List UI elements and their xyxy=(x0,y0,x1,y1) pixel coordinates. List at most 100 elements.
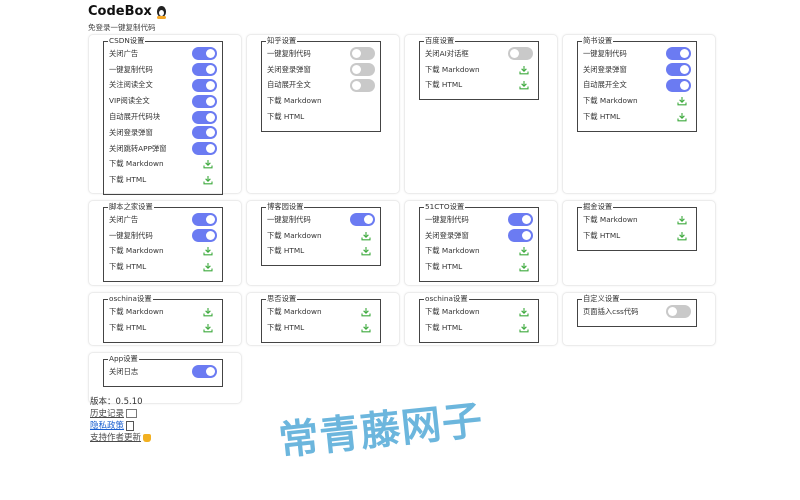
download-icon[interactable] xyxy=(519,246,529,256)
group-title: oschina设置 xyxy=(109,294,152,303)
setting-row: 下载 HTML xyxy=(267,244,375,260)
setting-label: 下载 Markdown xyxy=(425,246,480,256)
download-icon[interactable] xyxy=(361,323,371,333)
download-icon[interactable] xyxy=(203,323,213,333)
setting-row: 下载 HTML xyxy=(109,320,217,336)
download-icon[interactable] xyxy=(203,307,213,317)
settings-card: 知乎设置一键复制代码 关闭登录弹窗自动展开全文下载 Markdown 下载 HTML xyxy=(246,34,400,194)
header: CodeBox 免登录一键复制代码 xyxy=(88,4,167,33)
setting-row: 下载 HTML xyxy=(583,109,691,125)
toggle-switch[interactable] xyxy=(350,63,375,77)
toggle-switch[interactable] xyxy=(666,47,691,61)
toggle-switch[interactable] xyxy=(508,213,533,227)
settings-group: 博客园设置 一键复制代码 下载 Markdown 下载 HTML xyxy=(261,202,381,267)
group-title: 博客园设置 xyxy=(267,202,304,211)
download-icon[interactable] xyxy=(519,65,529,75)
setting-label: 关闭登录弹窗 xyxy=(583,64,627,74)
toggle-switch[interactable] xyxy=(192,365,217,379)
setting-row: 下载 HTML xyxy=(425,78,533,94)
setting-row: 页面插入css代码 xyxy=(583,304,691,320)
settings-card: 思否设置 下载 Markdown 下载 HTML xyxy=(246,292,400,346)
setting-label: 关闭登录弹窗 xyxy=(425,230,469,240)
download-icon[interactable] xyxy=(203,262,213,272)
setting-row: 关闭登录弹窗 xyxy=(267,62,375,78)
setting-label: 关闭登录弹窗 xyxy=(267,64,311,74)
toggle-switch[interactable] xyxy=(508,229,533,243)
setting-row: 一键复制代码 xyxy=(267,46,375,62)
toggle-switch[interactable] xyxy=(350,78,375,92)
download-icon[interactable] xyxy=(677,112,687,122)
thumbs-up-icon xyxy=(143,433,152,442)
setting-row: 下载 Markdown xyxy=(109,244,217,260)
download-icon[interactable] xyxy=(203,175,213,185)
toggle-switch[interactable] xyxy=(192,126,217,140)
setting-label: 下载 HTML xyxy=(425,322,463,332)
history-link[interactable]: 历史记录 xyxy=(90,409,124,419)
setting-row: 下载 Markdown xyxy=(267,228,375,244)
setting-row: 关注阅读全文 xyxy=(109,78,217,94)
toggle-switch[interactable] xyxy=(192,63,217,77)
download-icon[interactable] xyxy=(677,231,687,241)
group-title: 脚本之家设置 xyxy=(109,202,153,211)
setting-label: 一键复制代码 xyxy=(109,64,153,74)
download-icon[interactable] xyxy=(519,323,529,333)
toggle-switch[interactable] xyxy=(192,213,217,227)
download-icon[interactable] xyxy=(361,246,371,256)
setting-label: 下载 HTML xyxy=(267,322,305,332)
setting-label: 关注阅读全文 xyxy=(109,80,153,90)
setting-row: 自动展开全文 xyxy=(267,78,375,94)
download-icon[interactable] xyxy=(519,262,529,272)
toggle-switch[interactable] xyxy=(666,63,691,77)
setting-row: 一键复制代码 xyxy=(425,212,533,228)
app-title: CodeBox xyxy=(88,4,167,19)
settings-card: oschina设置 下载 Markdown 下载 HTML xyxy=(88,292,242,346)
setting-label: 一键复制代码 xyxy=(267,48,311,58)
setting-label: 下载 Markdown xyxy=(425,64,480,74)
download-icon[interactable] xyxy=(519,80,529,90)
toggle-switch[interactable] xyxy=(192,94,217,108)
settings-group: 思否设置 下载 Markdown 下载 HTML xyxy=(261,295,381,343)
setting-label: 下载 HTML xyxy=(109,322,147,332)
setting-label: 下载 HTML xyxy=(267,246,305,256)
setting-row: 一键复制代码 xyxy=(583,46,691,62)
setting-label[interactable]: 下载 HTML xyxy=(267,112,304,122)
group-title: 简书设置 xyxy=(583,36,613,45)
download-icon[interactable] xyxy=(519,307,529,317)
toggle-switch[interactable] xyxy=(350,213,375,227)
toggle-switch[interactable] xyxy=(192,47,217,61)
group-title: 知乎设置 xyxy=(267,36,297,45)
setting-label: 关闭日志 xyxy=(109,366,139,376)
setting-label: 下载 HTML xyxy=(109,175,147,185)
toggle-switch[interactable] xyxy=(192,110,217,124)
setting-row: 下载 HTML xyxy=(267,109,375,125)
setting-row: 下载 HTML xyxy=(109,259,217,275)
toggle-switch[interactable] xyxy=(350,47,375,61)
support-link[interactable]: 支持作者更新 xyxy=(90,433,141,443)
download-icon[interactable] xyxy=(677,96,687,106)
download-icon[interactable] xyxy=(203,246,213,256)
download-icon[interactable] xyxy=(361,231,371,241)
toggle-switch[interactable] xyxy=(192,142,217,156)
download-icon[interactable] xyxy=(361,307,371,317)
download-icon[interactable] xyxy=(677,215,687,225)
setting-row: 下载 HTML xyxy=(109,172,217,188)
toggle-switch[interactable] xyxy=(508,47,533,61)
toggle-switch[interactable] xyxy=(666,305,691,319)
toggle-switch[interactable] xyxy=(192,78,217,92)
setting-label: 关闭跳转APP弹窗 xyxy=(109,143,167,153)
setting-row: 一键复制代码 xyxy=(267,212,375,228)
setting-label: 下载 Markdown xyxy=(425,306,480,316)
toggle-switch[interactable] xyxy=(192,229,217,243)
download-icon[interactable] xyxy=(203,159,213,169)
setting-label: 下载 Markdown xyxy=(583,96,638,106)
setting-row: 关闭登录弹窗 xyxy=(425,228,533,244)
toggle-switch[interactable] xyxy=(666,78,691,92)
privacy-link[interactable]: 隐私政策 xyxy=(90,421,124,431)
setting-row: 关闭广告 xyxy=(109,46,217,62)
setting-row: 关闭广告 xyxy=(109,212,217,228)
setting-row: 下载 Markdown xyxy=(267,304,375,320)
setting-row: 关闭AI对话框 xyxy=(425,46,533,62)
setting-label: 关闭AI对话框 xyxy=(425,48,469,58)
settings-grid: CSDN设置 关闭广告 一键复制代码 关注阅读全文 VIP阅读全文 自动展开代码块 关闭登录… xyxy=(88,34,716,404)
setting-label[interactable]: 下载 Markdown xyxy=(267,96,322,106)
